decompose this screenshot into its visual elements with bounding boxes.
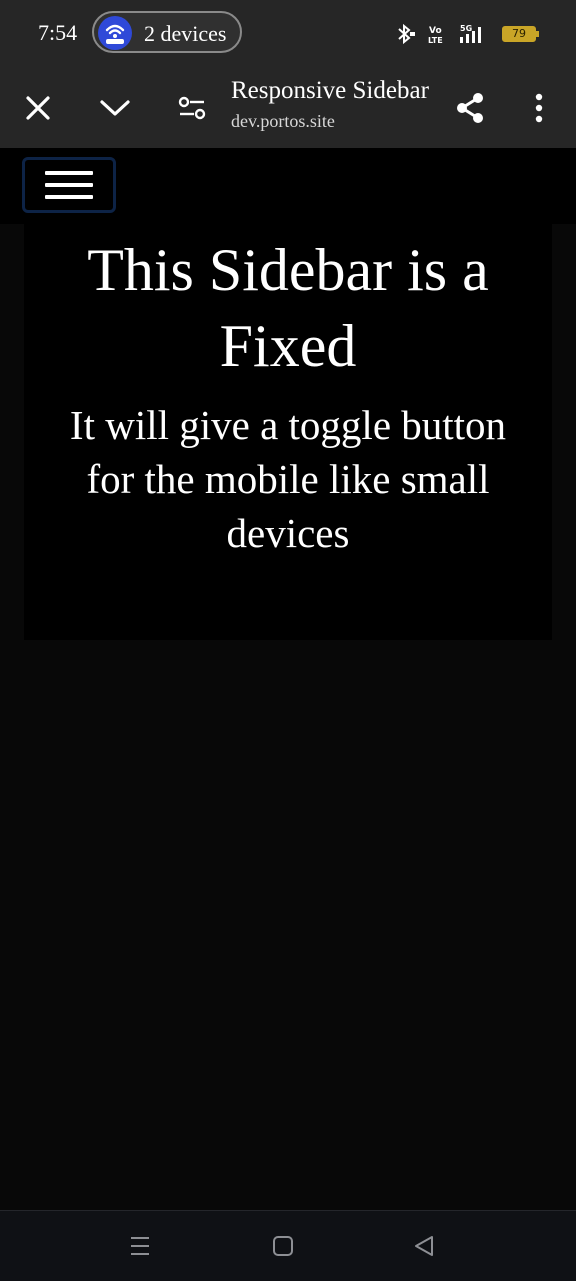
hotspot-icon: [98, 16, 132, 50]
hotspot-label: 2 devices: [144, 21, 227, 46]
status-bar: 7:54 2 devices Vo LTE 5G 79: [0, 0, 576, 68]
hamburger-menu-icon[interactable]: [22, 157, 116, 213]
page-heading: This Sidebar is a Fixed: [87, 237, 489, 379]
more-vert-icon[interactable]: [513, 82, 565, 134]
system-nav-bar: [0, 1210, 576, 1281]
page-url: dev.portos.site: [231, 111, 335, 131]
5g-signal-icon: 5G: [460, 24, 481, 43]
status-time: 7:54: [38, 20, 78, 45]
battery-icon: 79: [502, 26, 539, 42]
svg-text:LTE: LTE: [428, 36, 443, 45]
bluetooth-icon: [398, 23, 415, 45]
volte-icon: Vo LTE: [428, 26, 443, 45]
svg-text:5G: 5G: [460, 24, 472, 33]
recents-icon[interactable]: [123, 1229, 157, 1263]
browser-toolbar: Responsive Sidebar dev.portos.site: [0, 68, 576, 148]
battery-level: 79: [512, 27, 526, 40]
share-icon[interactable]: [444, 82, 496, 134]
chevron-down-icon[interactable]: [89, 82, 141, 134]
page-subheading: It will give a toggle button for the mob…: [69, 402, 507, 556]
content-panel: This Sidebar is a Fixed It will give a t…: [24, 224, 552, 640]
back-icon[interactable]: [407, 1229, 441, 1263]
close-icon[interactable]: [12, 82, 64, 134]
hotspot-chip[interactable]: 2 devices: [92, 11, 242, 53]
home-icon[interactable]: [266, 1229, 300, 1263]
svg-text:Vo: Vo: [429, 26, 442, 36]
page-settings-icon[interactable]: [166, 82, 218, 134]
page-nav-strip: [0, 148, 576, 224]
status-icons: Vo LTE 5G 79: [394, 22, 539, 46]
page-title: Responsive Sidebar: [231, 77, 429, 104]
